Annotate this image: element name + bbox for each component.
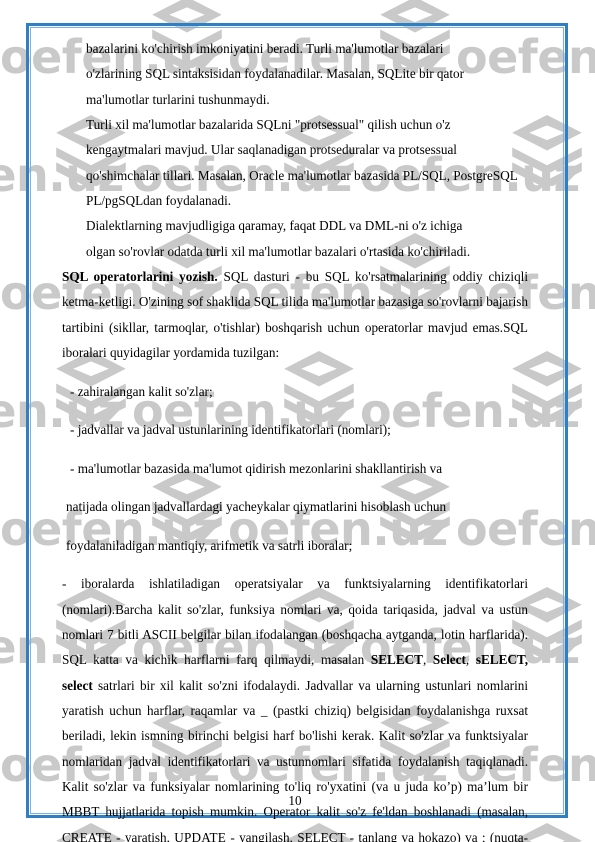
paragraph-1-line-1: bazalarini ko'chirish imkoniyatini berad… (86, 41, 444, 56)
list-item-1: - zahiralangan kalit so'zlar; (70, 383, 213, 399)
keyword-select-title: Select (432, 652, 466, 668)
page-content: bazalarini ko'chirish imkoniyatini berad… (62, 36, 528, 842)
list-item-2: - jadvallar va jadval ustunlarining iden… (70, 422, 391, 438)
list-item-3: - ma'lumotlar bazasida ma'lumot qidirish… (70, 460, 443, 476)
list-item-3-wrap-1: natijada olingan jadvallardagi yacheykal… (66, 499, 447, 515)
paragraph-3-line-2: olgan so'rovlar odatda turli xil ma'lumo… (86, 243, 471, 259)
paragraph-2-line-1: Turli xil ma'lumotlar bazalarida SQLni "… (86, 117, 451, 133)
paragraph-1-line-2: o'zlarining SQL sintaksisidan foydalanad… (86, 66, 465, 82)
list-item-3-wrap-2: foydalaniladigan mantiqiy, arifmetik va … (66, 537, 353, 553)
keyword-select-upper: SELECT (370, 652, 423, 668)
heading-sql-operatorlarini-yozish: SQL operatorlarini yozish. (62, 269, 218, 285)
paragraph-4: SQL operatorlarini yozish. SQL dasturi -… (62, 264, 528, 365)
document-page: oefen.uzoefen.uzoefen.uzoefen.uzoefen.uz… (0, 0, 595, 842)
paragraph-2-line-2: kengaytmalari mavjud. Ular saqlanadigan … (86, 142, 457, 158)
paragraph-3-line-1: Dialektlarning mavjudligiga qaramay, faq… (86, 218, 463, 234)
paragraph-2-line-4: PL/pgSQLdan foydalanadi. (86, 193, 232, 209)
page-number: 10 (288, 793, 302, 808)
paragraph-5-sep-2: , (465, 652, 476, 668)
keyword-update: UPDATE (174, 829, 227, 842)
paragraph-1-line-3: ma'lumotlar turlarini tushunmaydi. (86, 91, 270, 107)
paragraph-2-line-3: qo'shimchalar tillari. Masalan, Oracle m… (86, 167, 518, 183)
paragraph-5-part-d: satrlari bir xil kalit so'zni ifodalaydi… (62, 677, 528, 842)
paragraph-5-sep-1: , (422, 652, 433, 668)
